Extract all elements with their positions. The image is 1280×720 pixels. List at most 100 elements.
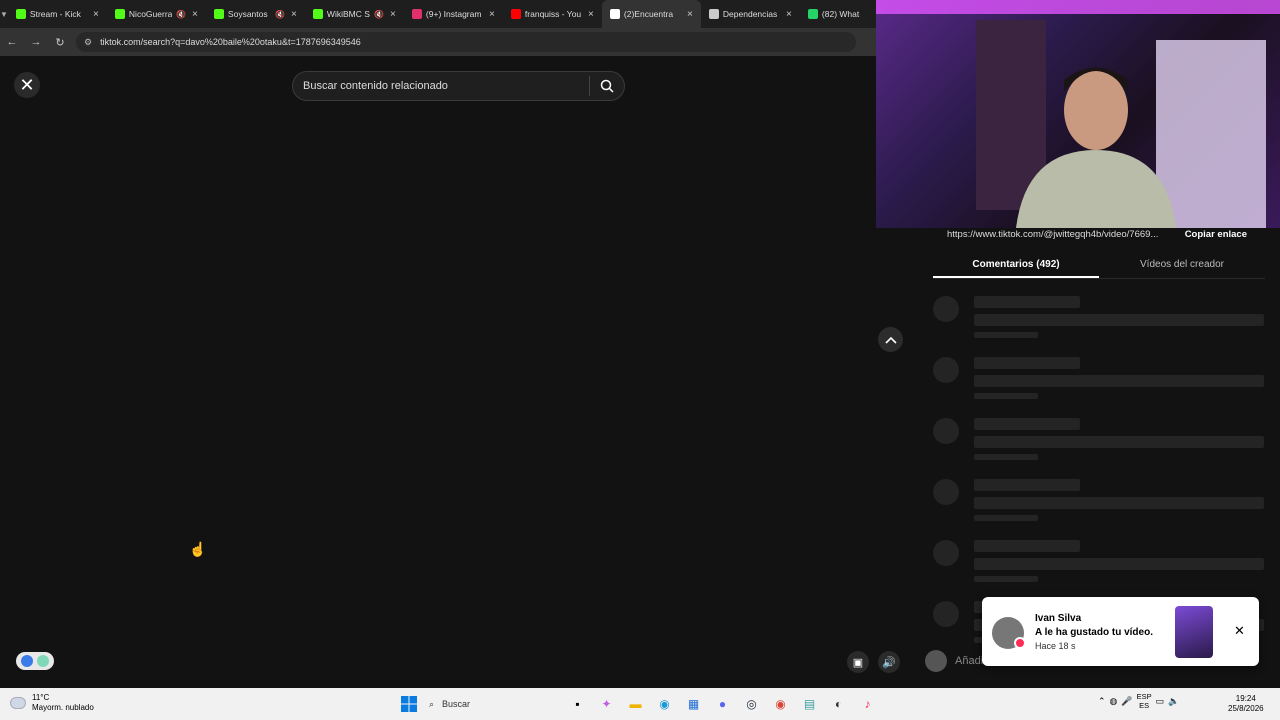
mic-icon[interactable]: 🎤 xyxy=(1121,696,1132,707)
muted-icon[interactable]: 🔇 xyxy=(374,10,384,19)
taskbar-search[interactable]: ⌕ Buscar xyxy=(423,692,563,716)
play-extension-icon[interactable] xyxy=(21,655,33,667)
tiktok-icon[interactable]: ♪ xyxy=(853,692,882,716)
notification-message: A le ha gustado tu vídeo. xyxy=(1035,627,1153,638)
copilot-icon[interactable]: ✦ xyxy=(592,692,621,716)
tab-search-chevron-icon[interactable]: ▼ xyxy=(0,0,8,28)
weather-desc: Mayorm. nublado xyxy=(32,703,94,712)
notification-close-icon[interactable]: ✕ xyxy=(1234,623,1245,639)
notepad-icon[interactable]: ▤ xyxy=(795,692,824,716)
obs-icon[interactable]: ◐ xyxy=(824,692,853,716)
skeleton-bar xyxy=(974,515,1038,521)
skeleton-bar xyxy=(974,418,1080,430)
power-extension-icon[interactable] xyxy=(37,655,49,667)
related-search-box xyxy=(292,71,625,101)
skeleton-bar xyxy=(974,393,1038,399)
video-page: ✕ ☝ ▣ 🔊 xyxy=(0,56,918,688)
clock[interactable]: 19:24 25/8/2026 xyxy=(1228,694,1264,714)
comment-skeleton xyxy=(933,357,1265,407)
close-tab-icon[interactable]: × xyxy=(685,9,695,20)
browser-tab-strip: ▼ Stream - Kick × NicoGuerra 🔇 × Soysantos 🔇 × W… xyxy=(0,0,891,28)
tab-title: (9+) Instagram xyxy=(425,9,482,19)
display-icon[interactable]: ▭ xyxy=(1156,696,1165,707)
search-button[interactable] xyxy=(590,71,624,101)
close-tab-icon[interactable]: × xyxy=(784,9,794,20)
youtube-icon xyxy=(510,9,521,19)
clock-time: 19:24 xyxy=(1235,694,1256,703)
volume-button[interactable]: 🔊 xyxy=(878,651,900,673)
browser-tab[interactable]: Soysantos 🔇 × xyxy=(206,0,305,28)
language-indicator[interactable]: ESP ES xyxy=(1137,692,1152,710)
browser-tab[interactable]: Stream - Kick × xyxy=(8,0,107,28)
edge-icon[interactable]: ◉ xyxy=(650,692,679,716)
close-tab-icon[interactable]: × xyxy=(388,9,398,20)
close-tab-icon[interactable]: × xyxy=(289,9,299,20)
browser-tab[interactable]: NicoGuerra 🔇 × xyxy=(107,0,206,28)
comment-skeleton xyxy=(933,296,1265,346)
store-icon[interactable]: ▦ xyxy=(679,692,708,716)
share-url[interactable]: https://www.tiktok.com/@jwittegqh4b/vide… xyxy=(929,229,1185,240)
chevron-up-icon xyxy=(884,336,897,344)
close-tab-icon[interactable]: × xyxy=(487,9,497,20)
browser-tab[interactable]: WikiBMC S 🔇 × xyxy=(305,0,404,28)
browser-tab[interactable]: (9+) Instagram × xyxy=(404,0,503,28)
forward-button[interactable]: → xyxy=(24,28,48,56)
address-bar[interactable]: ⚙ tiktok.com/search?q=davo%20baile%20ota… xyxy=(76,32,856,52)
chrome-icon[interactable]: ◉ xyxy=(766,692,795,716)
close-tab-icon[interactable]: × xyxy=(586,9,596,20)
kick-icon xyxy=(114,9,125,19)
close-video-button[interactable]: ✕ xyxy=(14,72,40,98)
muted-icon[interactable]: 🔇 xyxy=(275,10,285,19)
chevron-up-icon[interactable]: ⌃ xyxy=(1098,696,1106,707)
skeleton-bar xyxy=(974,540,1080,552)
related-search-input[interactable] xyxy=(293,80,589,92)
tiktok-icon xyxy=(609,9,620,19)
site-info-icon[interactable]: ⚙ xyxy=(84,37,92,48)
taskbar: 11°C Mayorm. nublado ⌕ Buscar ▪ ✦ ▬ ◉ ▦ … xyxy=(0,688,1280,720)
steam-icon[interactable]: ◎ xyxy=(737,692,766,716)
tab-title: (2)Encuentra xyxy=(623,9,674,19)
kick-icon xyxy=(213,9,224,19)
like-notification[interactable]: Ivan Silva A le ha gustado tu vídeo. Hac… xyxy=(982,597,1259,666)
reload-button[interactable]: ↻ xyxy=(48,28,72,56)
skeleton-bar xyxy=(974,357,1080,369)
discord-icon[interactable]: ● xyxy=(708,692,737,716)
copy-link-button[interactable]: Copiar enlace xyxy=(1185,229,1259,240)
tab-comments[interactable]: Comentarios (492) xyxy=(933,254,1099,278)
speaker-icon[interactable]: 🔈 xyxy=(1168,696,1179,707)
tab-title: Dependencias xyxy=(722,9,778,19)
pip-icon: ▣ xyxy=(852,656,864,669)
extension-pill[interactable] xyxy=(16,652,54,670)
muted-icon[interactable]: 🔇 xyxy=(176,10,186,19)
tab-title: NicoGuerra xyxy=(128,9,172,19)
back-button[interactable]: ← xyxy=(0,28,24,56)
tab-title: Stream - Kick xyxy=(29,9,81,19)
skeleton-bar xyxy=(974,375,1264,387)
skeleton-bar xyxy=(974,558,1264,570)
task-view-icon[interactable]: ▪ xyxy=(563,692,592,716)
windows-start-icon[interactable] xyxy=(394,692,423,716)
comment-skeleton xyxy=(933,540,1265,590)
screen: ▼ Stream - Kick × NicoGuerra 🔇 × Soysantos 🔇 × W… xyxy=(0,0,1280,720)
previous-video-button[interactable] xyxy=(878,327,903,352)
globe-icon xyxy=(708,9,719,19)
tab-creator-videos[interactable]: Vídeos del creador xyxy=(1099,254,1265,278)
skeleton-bar xyxy=(974,497,1264,509)
pip-button[interactable]: ▣ xyxy=(847,651,869,673)
close-tab-icon[interactable]: × xyxy=(190,9,200,20)
share-link-row: https://www.tiktok.com/@jwittegqh4b/vide… xyxy=(929,226,1259,242)
address-url: tiktok.com/search?q=davo%20baile%20otaku… xyxy=(100,37,361,47)
browser-tab[interactable]: (2)Encuentra × xyxy=(601,0,701,28)
browser-tab[interactable]: Dependencias × xyxy=(701,0,800,28)
weather-widget[interactable]: 11°C Mayorm. nublado xyxy=(10,693,94,713)
close-tab-icon[interactable]: × xyxy=(91,9,101,20)
file-explorer-icon[interactable]: ▬ xyxy=(621,692,650,716)
skeleton-bar xyxy=(974,314,1264,326)
browser-tab[interactable]: franquiss - You × xyxy=(503,0,602,28)
keyboard-code: ES xyxy=(1139,701,1150,710)
volume-icon: 🔊 xyxy=(882,656,896,669)
skeleton-bar xyxy=(974,296,1080,308)
skeleton-bar xyxy=(974,454,1038,460)
network-tray-icon[interactable]: ◍ xyxy=(1110,696,1118,707)
skeleton-bar xyxy=(974,479,1080,491)
